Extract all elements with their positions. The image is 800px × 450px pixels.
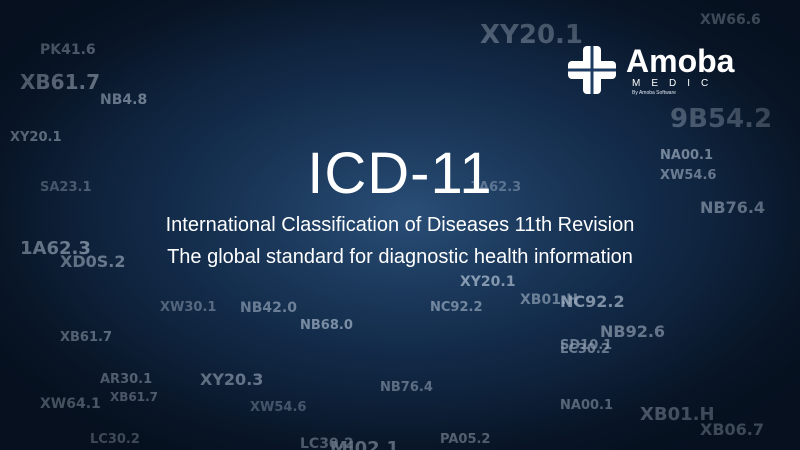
icd11-banner: XY20.1XW66.6PK41.6XB61.7NB4.89B54.2XY20.… bbox=[0, 0, 800, 450]
logo-name: Amoba bbox=[626, 43, 735, 79]
medical-cross-icon bbox=[568, 46, 616, 94]
amoba-medic-logo: Amoba MEDIC By Amoba Software bbox=[566, 44, 756, 96]
logo-subtitle: MEDIC bbox=[632, 78, 720, 89]
page-title: ICD-11 bbox=[307, 141, 493, 206]
subtitle-line-1: International Classification of Diseases… bbox=[165, 214, 635, 236]
subtitle-line-2: The global standard for diagnostic healt… bbox=[167, 246, 633, 268]
logo-byline: By Amoba Software bbox=[632, 90, 676, 96]
